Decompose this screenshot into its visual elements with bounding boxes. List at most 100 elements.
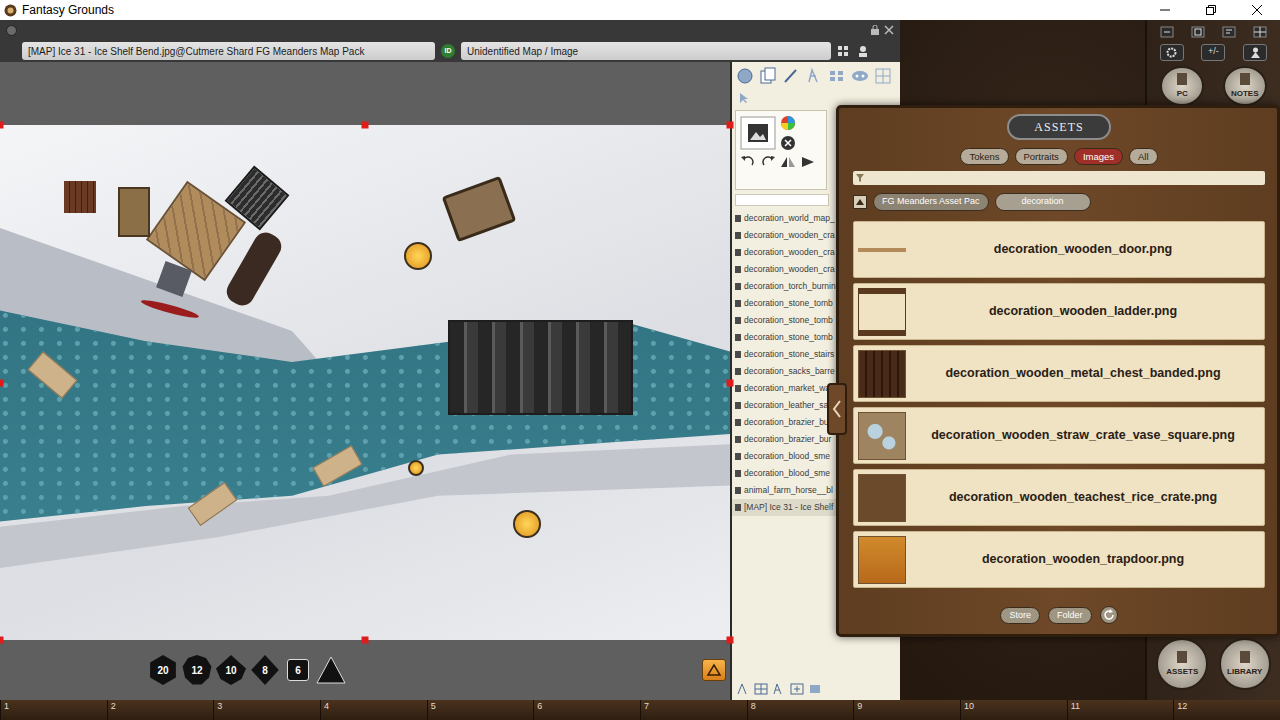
select-arrow-icon[interactable]	[738, 92, 750, 104]
asset-tab[interactable]: Images	[1074, 148, 1123, 165]
window-menu-icon[interactable]	[6, 25, 17, 36]
unidentified-name-field[interactable]: Unidentified Map / Image	[461, 42, 831, 60]
rotate-left-icon[interactable]	[740, 155, 756, 169]
die[interactable]: 12	[182, 655, 212, 685]
hotkey-number: 5	[431, 701, 436, 711]
button-label: Folder	[1057, 610, 1083, 620]
brazier-token[interactable]	[404, 242, 432, 270]
refresh-button[interactable]	[1100, 606, 1118, 624]
image-title-field[interactable]: [MAP] Ice 31 - Ice Shelf Bend.jpg@Cutmer…	[22, 42, 435, 60]
asset-item[interactable]: decoration_wooden_straw_crate_vase_squar…	[853, 407, 1265, 464]
grid-menu-icon[interactable]	[837, 45, 851, 57]
add-icon[interactable]	[790, 683, 804, 695]
hotkey-slot[interactable]: 9	[853, 700, 960, 720]
mirror-icon[interactable]	[800, 155, 816, 169]
asset-item[interactable]: decoration_wooden_metal_chest_banded.png	[853, 345, 1265, 402]
chest-token[interactable]	[64, 181, 96, 213]
close-icon[interactable]	[884, 25, 894, 35]
die[interactable]: 8	[250, 655, 280, 685]
effects-icon[interactable]	[772, 683, 786, 695]
map-viewport[interactable]: 20121086	[0, 62, 730, 700]
folder-button[interactable]: Folder	[1048, 607, 1092, 624]
hotkey-slot[interactable]: 3	[213, 700, 320, 720]
globe-icon[interactable]	[736, 67, 754, 85]
pointer-icon[interactable]	[736, 683, 750, 695]
clear-icon[interactable]	[780, 135, 796, 151]
die[interactable]: 10	[216, 655, 246, 685]
close-button[interactable]	[1234, 0, 1280, 20]
sidebar-button-label: ASSETS	[1166, 666, 1198, 678]
hotkey-slot[interactable]: 6	[533, 700, 640, 720]
sidebar-button[interactable]: ASSETS	[1156, 638, 1208, 690]
path-crumb[interactable]: decoration	[995, 193, 1091, 211]
layer-icon[interactable]	[808, 683, 822, 695]
die[interactable]: 6	[287, 659, 309, 681]
rotate-right-icon[interactable]	[760, 155, 776, 169]
torch-token[interactable]	[408, 460, 424, 476]
grid-icon[interactable]	[828, 67, 846, 85]
grid-select-icon[interactable]	[754, 683, 768, 695]
id-badge[interactable]: ID	[441, 44, 455, 58]
image-filter-field[interactable]	[735, 194, 829, 206]
flip-icon[interactable]	[780, 155, 796, 169]
hotkey-slot[interactable]: 5	[427, 700, 534, 720]
sidebar-button[interactable]: NOTES	[1223, 66, 1267, 106]
hotkey-slot[interactable]: 10	[960, 700, 1067, 720]
lock-icon[interactable]	[870, 25, 880, 35]
bridge-token[interactable]	[448, 320, 633, 415]
store-button[interactable]: Store	[1000, 607, 1040, 624]
sidebar-button[interactable]: PC	[1160, 66, 1204, 106]
path-crumb[interactable]: FG Meanders Asset Pac	[873, 193, 989, 211]
grid-icon[interactable]	[1253, 26, 1267, 38]
minimize-button[interactable]	[1142, 0, 1188, 20]
brazier-token[interactable]	[513, 510, 541, 538]
asset-item[interactable]: decoration_wooden_ladder.png	[853, 283, 1265, 340]
hotkey-slot[interactable]: 1	[0, 700, 107, 720]
image-list-label: decoration_wooden_cra	[744, 246, 835, 259]
modifier-button[interactable]: +/-	[1201, 44, 1225, 61]
identity-button[interactable]	[1243, 44, 1267, 61]
asset-tab[interactable]: Portraits	[1015, 148, 1068, 165]
hotkey-slot[interactable]: 4	[320, 700, 427, 720]
effects-icon[interactable]	[805, 67, 823, 85]
share-icon[interactable]	[857, 45, 869, 57]
minimize-icon[interactable]	[1160, 26, 1174, 38]
image-file-icon	[735, 232, 741, 239]
asset-item[interactable]: decoration_wooden_teachest_rice_crate.pn…	[853, 469, 1265, 526]
path-up-button[interactable]	[853, 195, 867, 209]
hotkey-slot[interactable]: 12	[1173, 700, 1280, 720]
map-image[interactable]	[0, 125, 730, 640]
asset-tab[interactable]: Tokens	[960, 148, 1008, 165]
brush-icon[interactable]	[782, 67, 800, 85]
crate-token[interactable]	[118, 187, 150, 237]
gear-icon	[1166, 47, 1177, 58]
asset-item[interactable]: decoration_wooden_door.png	[853, 221, 1265, 278]
copy-icon[interactable]	[759, 67, 777, 85]
asset-tab[interactable]: All	[1129, 148, 1158, 165]
image-list-label: decoration_stone_stairs	[744, 348, 834, 361]
effects-button[interactable]	[702, 659, 726, 681]
d4-icon[interactable]	[316, 656, 346, 684]
image-file-icon	[735, 215, 741, 222]
hotkey-slot[interactable]: 11	[1067, 700, 1174, 720]
color-wheel-icon[interactable]	[780, 115, 796, 131]
die[interactable]: 20	[148, 655, 178, 685]
mask-icon[interactable]	[851, 67, 869, 85]
options-button[interactable]	[1160, 44, 1184, 61]
table-grid-icon[interactable]	[874, 67, 892, 85]
hotkey-number: 12	[1177, 701, 1187, 711]
image-file-icon	[735, 470, 741, 477]
asset-item[interactable]: decoration_wooden_trapdoor.png	[853, 531, 1265, 588]
hotkey-slot[interactable]: 8	[747, 700, 854, 720]
chat-icon[interactable]	[1222, 26, 1236, 38]
image-list-label: decoration_world_map_	[744, 212, 835, 225]
maximize-button[interactable]	[1188, 0, 1234, 20]
layout-icon[interactable]	[1191, 26, 1205, 38]
hotkey-slot[interactable]: 2	[107, 700, 214, 720]
hotkey-slot[interactable]: 7	[640, 700, 747, 720]
sidebar-button[interactable]: LIBRARY	[1219, 638, 1271, 690]
collapse-tab[interactable]	[827, 383, 847, 435]
asset-filter-field[interactable]	[853, 171, 1265, 185]
cart-token[interactable]	[442, 176, 517, 242]
image-icon[interactable]	[740, 116, 776, 150]
